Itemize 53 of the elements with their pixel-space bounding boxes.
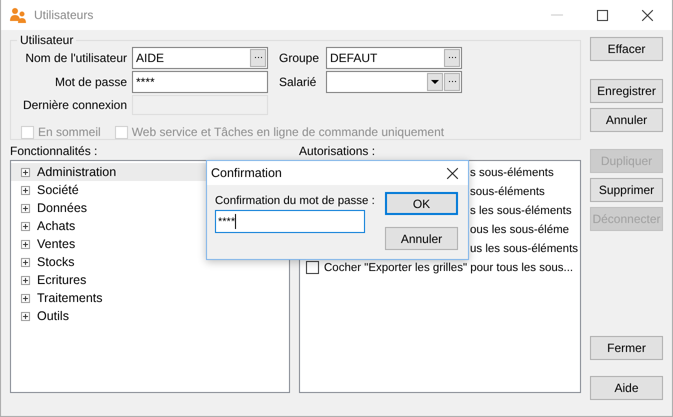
checkbox-label: Cocher "Exporter les grilles" pour tous les sous...: [324, 262, 574, 274]
expand-icon[interactable]: [21, 168, 30, 176]
expand-icon[interactable]: [21, 222, 30, 230]
expand-icon[interactable]: [21, 294, 30, 302]
close-icon[interactable]: [642, 10, 653, 20]
dropdown-field[interactable]: [326, 71, 462, 93]
action-button[interactable]: Effacer: [590, 37, 663, 61]
field-label: Confirmation du mot de passe :: [215, 195, 376, 207]
field-label: Nom de l'utilisateur: [24, 51, 127, 65]
list-item-text: ous les sous-éléme: [470, 224, 570, 236]
password-field[interactable]: ****: [215, 210, 365, 233]
tree-item[interactable]: Ventes: [11, 235, 289, 253]
checkbox-label: En sommeil: [38, 125, 101, 139]
field-label: Groupe: [279, 51, 320, 65]
group-title: Utilisateur: [19, 33, 74, 47]
expand-icon[interactable]: [21, 258, 30, 266]
tree-item[interactable]: Traitements: [11, 289, 289, 307]
list-item-text: us les sous-éléments: [470, 242, 578, 254]
expand-icon[interactable]: [21, 240, 30, 248]
field-label: Mot de passe: [54, 75, 127, 89]
caret-icon: [431, 80, 439, 84]
action-button[interactable]: Fermer: [590, 336, 663, 360]
tree-item[interactable]: Outils: [11, 307, 289, 325]
password-field[interactable]: ****: [132, 71, 268, 93]
expand-icon[interactable]: [21, 186, 30, 194]
field-label: Dernière connexion: [22, 98, 127, 112]
tree-item[interactable]: Stocks: [11, 253, 289, 271]
list-item-text: sous-éléments: [470, 186, 545, 198]
dialog-button[interactable]: Annuler: [385, 227, 458, 250]
close-icon[interactable]: [447, 168, 458, 178]
input-field[interactable]: DEFAUT: [326, 47, 462, 69]
expand-icon[interactable]: [21, 312, 30, 320]
action-button[interactable]: Enregistrer: [590, 79, 663, 103]
users-icon: [10, 7, 28, 23]
list-item-text: s les sous-éléments: [470, 204, 572, 216]
list-item-text: s sous-éléments: [470, 166, 554, 178]
action-button[interactable]: Aide: [590, 376, 663, 400]
dropdown-button[interactable]: [427, 73, 443, 91]
panel-label: Fonctionnalités :: [10, 144, 98, 158]
input-field[interactable]: AIDE: [132, 47, 268, 69]
dialog-button[interactable]: OK: [385, 192, 458, 215]
panel-label: Autorisations :: [299, 144, 376, 158]
window-title: Utilisateurs: [34, 8, 94, 22]
maximize-icon[interactable]: [597, 10, 608, 20]
action-button[interactable]: Supprimer: [590, 178, 663, 202]
field-label: Salarié: [279, 75, 318, 89]
checkbox[interactable]: [306, 261, 319, 274]
checkbox-label: Web service et Tâches en ligne de commande uniquement: [132, 125, 444, 139]
dialog-title: Confirmation: [211, 166, 282, 180]
expand-icon[interactable]: [21, 204, 30, 212]
action-button[interactable]: Annuler: [590, 108, 663, 132]
expand-icon[interactable]: [21, 276, 30, 284]
tree-item[interactable]: Ecritures: [11, 271, 289, 289]
